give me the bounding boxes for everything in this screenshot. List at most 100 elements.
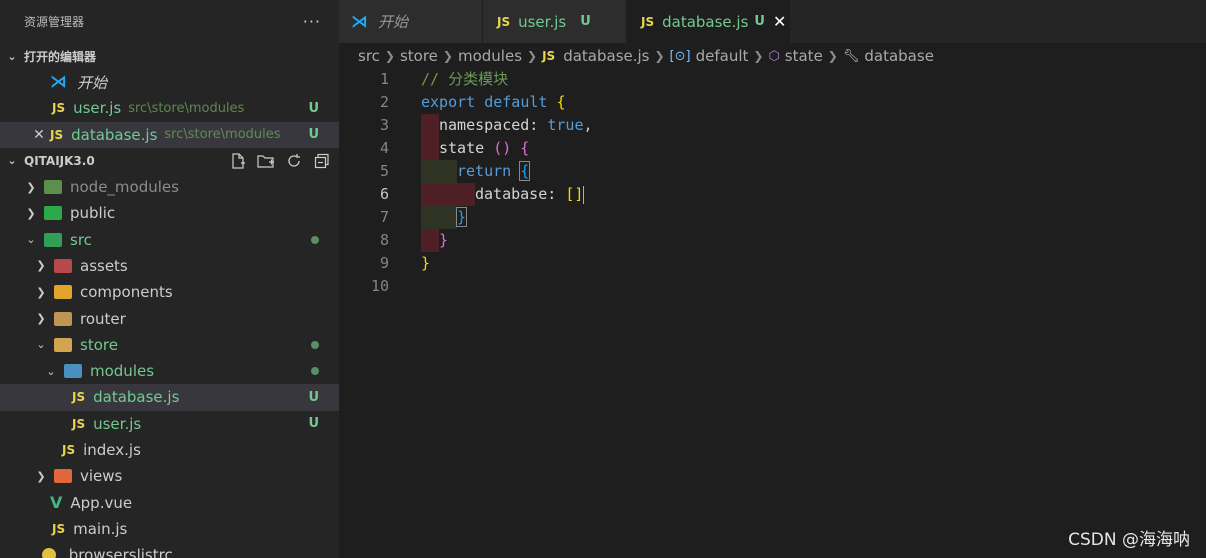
modified-dot: [311, 367, 319, 376]
tree-item-assets[interactable]: ❯ assets: [0, 253, 339, 279]
tree-item-components[interactable]: ❯ components: [0, 279, 339, 305]
assets-folder-icon: [54, 258, 72, 273]
untracked-badge: U: [754, 14, 765, 29]
tree-label: index.js: [83, 441, 141, 459]
untracked-badge: U: [308, 127, 319, 143]
tab-user-js[interactable]: JS user.js U: [483, 0, 627, 43]
open-editor-label: 开始: [77, 73, 108, 92]
close-icon[interactable]: ✕: [28, 127, 50, 143]
tree-label: user.js: [93, 414, 142, 433]
breadcrumb-item[interactable]: state: [785, 47, 823, 65]
bracket: {: [519, 161, 531, 181]
tree-item-index-js[interactable]: JS index.js: [0, 437, 339, 463]
tree-item-store[interactable]: ⌄ store: [0, 332, 339, 358]
property: database:: [475, 185, 557, 203]
collapse-all-icon[interactable]: [312, 152, 331, 170]
project-section-header[interactable]: ⌄ QITAIJK3.0: [0, 148, 339, 174]
tab-label: database.js: [662, 12, 749, 31]
tree-item-public[interactable]: ❯ public: [0, 200, 339, 226]
chevron-right-icon: ❯: [527, 49, 538, 63]
indent-guide: [421, 229, 439, 252]
more-actions-icon[interactable]: ···: [303, 12, 321, 31]
tab-label: user.js: [518, 12, 567, 31]
chevron-right-icon: ❯: [827, 49, 838, 63]
code-text: }: [439, 229, 448, 252]
tree-label: node_modules: [70, 178, 179, 197]
node-folder-icon: [44, 180, 62, 195]
tree-item-views[interactable]: ❯ views: [0, 463, 339, 489]
open-editor-label: database.js: [71, 125, 158, 144]
code-line: 4 state () {: [339, 137, 1206, 160]
tab-start[interactable]: ⋊ 开始: [339, 0, 483, 43]
keyword: default: [484, 93, 548, 111]
breadcrumb-item[interactable]: modules: [458, 47, 522, 65]
chevron-right-icon: ❯: [384, 49, 395, 63]
router-folder-icon: [54, 311, 72, 326]
tree-label: .browserslistrc: [64, 546, 173, 558]
tree-item-modules[interactable]: ⌄ modules: [0, 358, 339, 384]
js-file-icon: JS: [497, 14, 511, 29]
code-line: 7 }: [339, 206, 1206, 229]
code-line: 2 export default {: [339, 91, 1206, 114]
tree-item-src[interactable]: ⌄ src: [0, 226, 339, 252]
tree-item-node-modules[interactable]: ❯ node_modules: [0, 174, 339, 200]
untracked-badge: U: [308, 416, 319, 432]
tree-item-user-js[interactable]: JS user.js U: [0, 411, 339, 437]
tab-database-js[interactable]: JS database.js U ✕: [627, 0, 790, 43]
tree-label: store: [80, 335, 118, 354]
refresh-icon[interactable]: [284, 152, 303, 170]
tree-item-database-js[interactable]: JS database.js U: [0, 384, 339, 411]
code-line: 8 }: [339, 229, 1206, 252]
tree-label: components: [80, 283, 173, 302]
close-tab-icon[interactable]: ✕: [773, 12, 786, 31]
js-file-icon: JS: [50, 127, 64, 142]
chevron-right-icon: ❯: [442, 49, 453, 63]
bracket: }: [421, 254, 431, 272]
vscode-icon: ⋊: [50, 72, 67, 93]
chevron-right-icon: ❯: [36, 469, 46, 483]
code-comment: // 分类模块: [421, 70, 509, 88]
editor-tabs: ⋊ 开始 JS user.js U JS database.js U ✕: [339, 0, 1206, 43]
breadcrumb-item[interactable]: database: [864, 47, 934, 65]
breadcrumb-item[interactable]: store: [400, 47, 438, 65]
open-editors-section-header[interactable]: ⌄ 打开的编辑器: [0, 43, 339, 69]
boolean: true: [547, 116, 584, 134]
breadcrumb-item[interactable]: default: [696, 47, 749, 65]
open-editor-item-database-js[interactable]: ✕ JS database.js src\store\modules U: [0, 121, 339, 148]
tree-item-app-vue[interactable]: V App.vue: [0, 489, 339, 515]
code-line: 3 namespaced: true,: [339, 114, 1206, 137]
open-editor-path: src\store\modules: [128, 100, 245, 116]
tree-item-router[interactable]: ❯ router: [0, 305, 339, 331]
explorer-header: 资源管理器 ···: [0, 0, 339, 43]
vue-file-icon: V: [50, 493, 63, 513]
js-file-icon: JS: [641, 14, 655, 29]
open-editor-item-start[interactable]: ⋊ 开始: [0, 69, 339, 95]
breadcrumb-item[interactable]: src: [358, 47, 380, 65]
tree-item-main-js[interactable]: JS main.js: [0, 516, 339, 542]
chevron-right-icon: ❯: [36, 312, 46, 326]
new-file-icon[interactable]: [228, 152, 247, 170]
breadcrumb: src ❯ store ❯ modules ❯ JS database.js ❯…: [339, 43, 1206, 69]
open-editor-item-user-js[interactable]: JS user.js src\store\modules U: [0, 95, 339, 121]
new-folder-icon[interactable]: [256, 152, 275, 170]
code-line: 5 return {: [339, 160, 1206, 183]
text-cursor: [583, 185, 585, 204]
line-number: 3: [379, 116, 389, 134]
line-number: 6: [379, 185, 389, 203]
tab-label: 开始: [378, 13, 409, 31]
code-editor[interactable]: 1 // 分类模块 2 export default { 3 namespace…: [339, 68, 1206, 558]
chevron-right-icon: ❯: [753, 49, 764, 63]
indent-guide: [421, 206, 457, 229]
tree-label: App.vue: [70, 493, 133, 512]
breadcrumb-item[interactable]: database.js: [563, 47, 649, 65]
chevron-down-icon: ⌄: [26, 233, 36, 247]
tree-label: database.js: [93, 388, 180, 407]
project-title: QITAIJK3.0: [24, 153, 95, 168]
tree-item-browserslistrc[interactable]: .browserslistrc: [0, 542, 339, 558]
components-folder-icon: [54, 285, 72, 300]
line-number: 10: [370, 277, 389, 295]
array-literal: []: [565, 185, 584, 203]
explorer-title: 资源管理器: [24, 15, 85, 29]
project-actions: [228, 152, 331, 170]
indent-guide: [421, 183, 475, 206]
